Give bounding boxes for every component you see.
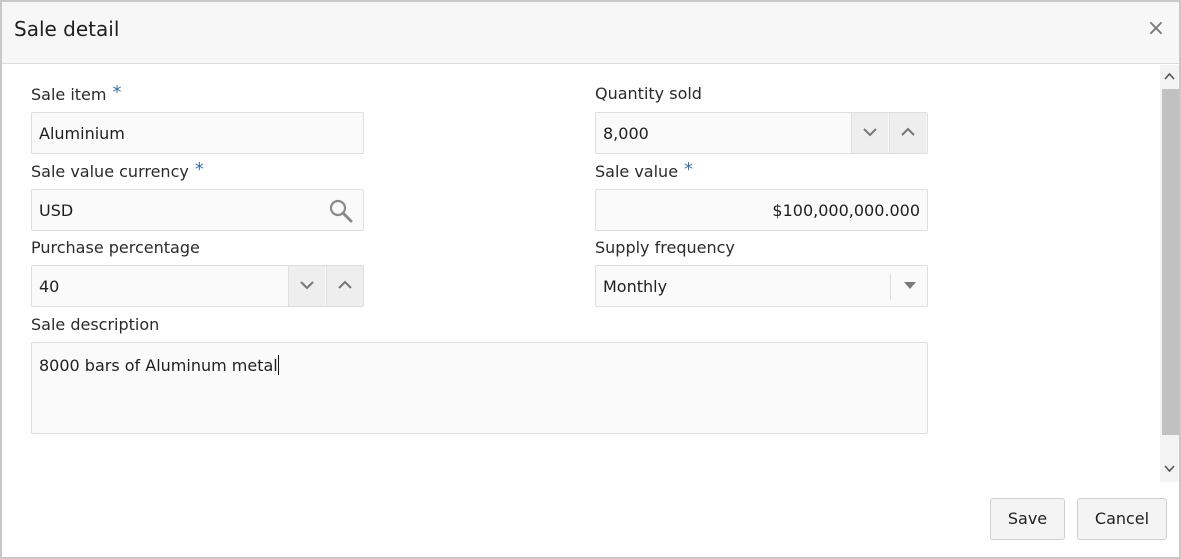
sale-description-label: Sale description xyxy=(31,315,159,334)
sale-detail-dialog: Sale detail × Sale item * Aluminium Quant… xyxy=(0,0,1181,559)
text-caret xyxy=(277,355,279,375)
chevron-down-icon xyxy=(300,281,314,290)
vertical-scrollbar[interactable] xyxy=(1160,65,1179,482)
sale-value-label: Sale value * xyxy=(595,159,694,182)
chevron-up-icon xyxy=(338,280,352,289)
purchase-percentage-value: 40 xyxy=(39,277,60,296)
dialog-body: Sale item * Aluminium Quantity sold 8,000… xyxy=(2,65,1179,482)
chevron-down-icon xyxy=(863,128,877,137)
search-icon[interactable] xyxy=(328,198,354,224)
sale-description-textarea[interactable]: 8000 bars of Aluminum metal xyxy=(31,342,928,434)
quantity-sold-stepper[interactable]: 8,000 xyxy=(595,112,928,154)
dropdown-divider xyxy=(890,274,891,300)
close-icon[interactable]: × xyxy=(1145,16,1167,42)
scrollbar-thumb[interactable] xyxy=(1162,89,1179,435)
sale-item-input[interactable]: Aluminium xyxy=(31,112,364,154)
required-marker: * xyxy=(112,82,122,103)
scroll-up-icon[interactable] xyxy=(1164,72,1175,82)
purchase-percentage-stepper[interactable]: 40 xyxy=(31,265,364,307)
quantity-increment-button[interactable] xyxy=(889,113,926,153)
sale-value-input[interactable]: $100,000,000.000 xyxy=(595,189,928,231)
sale-value-currency-input[interactable]: USD xyxy=(31,189,364,231)
supply-frequency-label: Supply frequency xyxy=(595,238,735,257)
sale-value-currency-value: USD xyxy=(39,201,74,220)
supply-frequency-select[interactable]: Monthly xyxy=(595,265,928,307)
quantity-sold-label-text: Quantity sold xyxy=(595,84,702,103)
percentage-increment-button[interactable] xyxy=(326,266,363,306)
dialog-title: Sale detail xyxy=(14,17,120,41)
dialog-header: Sale detail × xyxy=(2,2,1179,64)
sale-item-value: Aluminium xyxy=(39,124,125,143)
sale-description-value: 8000 bars of Aluminum metal xyxy=(39,355,279,375)
percentage-decrement-button[interactable] xyxy=(288,266,325,306)
sale-item-label: Sale item * xyxy=(31,82,122,105)
supply-frequency-value: Monthly xyxy=(603,277,668,296)
sale-description-text: 8000 bars of Aluminum metal xyxy=(39,356,278,375)
required-marker: * xyxy=(684,159,694,180)
purchase-percentage-label: Purchase percentage xyxy=(31,238,200,257)
save-button[interactable]: Save xyxy=(990,498,1065,540)
caret-down-icon[interactable] xyxy=(904,282,916,290)
sale-description-label-text: Sale description xyxy=(31,315,160,334)
sale-value-currency-label-text: Sale value currency xyxy=(31,162,189,181)
quantity-decrement-button[interactable] xyxy=(851,113,888,153)
sale-value-currency-label: Sale value currency * xyxy=(31,159,204,182)
required-marker: * xyxy=(194,159,204,180)
supply-frequency-label-text: Supply frequency xyxy=(595,238,735,257)
sale-item-label-text: Sale item xyxy=(31,85,107,104)
sale-value-label-text: Sale value xyxy=(595,162,679,181)
scroll-down-icon[interactable] xyxy=(1164,463,1175,473)
cancel-button[interactable]: Cancel xyxy=(1077,498,1167,540)
sale-value-value: $100,000,000.000 xyxy=(772,201,920,220)
quantity-sold-value: 8,000 xyxy=(603,124,649,143)
purchase-percentage-label-text: Purchase percentage xyxy=(31,238,200,257)
chevron-up-icon xyxy=(901,127,915,136)
quantity-sold-label: Quantity sold xyxy=(595,84,702,103)
